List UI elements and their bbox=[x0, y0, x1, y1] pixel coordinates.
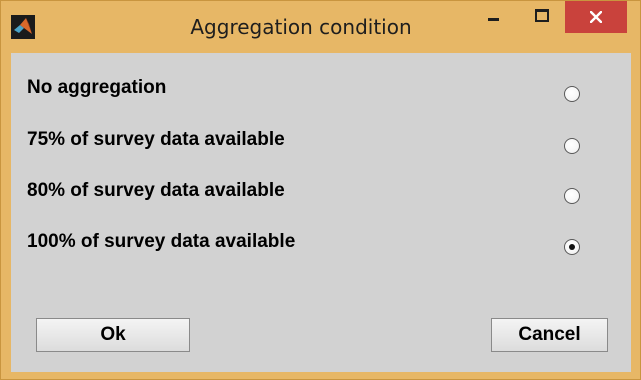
ok-button[interactable]: Ok bbox=[36, 318, 190, 352]
radio-100-percent[interactable] bbox=[564, 239, 580, 255]
close-icon bbox=[590, 11, 602, 23]
maximize-button[interactable] bbox=[517, 1, 565, 33]
window-title: Aggregation condition bbox=[190, 15, 412, 39]
radio-no-aggregation[interactable] bbox=[564, 86, 580, 102]
minimize-button[interactable] bbox=[469, 1, 517, 33]
option-label-100-percent: 100% of survey data available bbox=[27, 231, 296, 252]
option-label-75-percent: 75% of survey data available bbox=[27, 129, 285, 150]
dialog-content: No aggregation 75% of survey data availa… bbox=[11, 53, 631, 372]
dialog-window: Aggregation condition No aggregation 75%… bbox=[0, 0, 641, 380]
matlab-icon bbox=[11, 15, 35, 39]
option-label-no-aggregation: No aggregation bbox=[27, 77, 167, 98]
radio-dot bbox=[569, 244, 575, 250]
cancel-button[interactable]: Cancel bbox=[491, 318, 608, 352]
radio-80-percent[interactable] bbox=[564, 188, 580, 204]
close-button[interactable] bbox=[565, 1, 627, 33]
option-label-80-percent: 80% of survey data available bbox=[27, 180, 285, 201]
title-bar[interactable]: Aggregation condition bbox=[1, 1, 640, 53]
maximize-icon bbox=[535, 9, 549, 22]
minimize-icon bbox=[488, 18, 499, 21]
radio-75-percent[interactable] bbox=[564, 138, 580, 154]
